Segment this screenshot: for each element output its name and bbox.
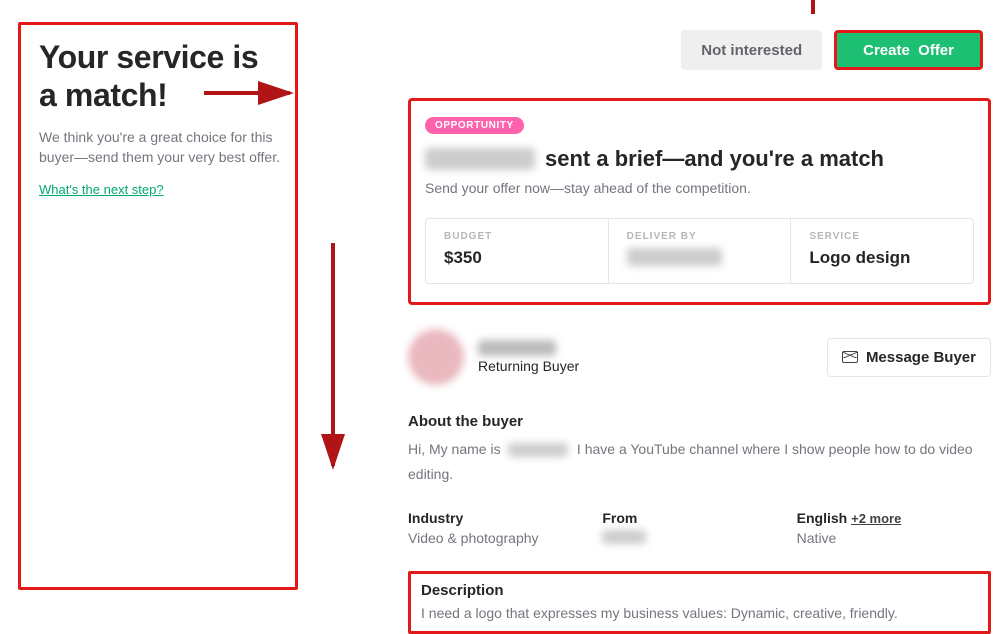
buyer-bio-name-redacted (508, 443, 568, 457)
service-cell: SERVICE Logo design (791, 219, 973, 283)
page-subtitle: We think you're a great choice for this … (39, 127, 283, 168)
from-label: From (602, 510, 796, 526)
budget-value: $350 (444, 248, 590, 268)
message-buyer-button[interactable]: Message Buyer (827, 338, 991, 377)
english-label: English +2 more (797, 510, 991, 526)
buyer-identity: Returning Buyer (408, 329, 579, 385)
buyer-row: Returning Buyer Message Buyer (408, 329, 991, 385)
brief-headline-text: sent a brief—and you're a match (545, 146, 884, 172)
avatar (408, 329, 464, 385)
deliver-date-redacted (627, 248, 722, 266)
deliver-label: DELIVER BY (627, 231, 773, 242)
description-box: Description I need a logo that expresses… (408, 571, 991, 634)
brief-headline: sent a brief—and you're a match (425, 146, 974, 172)
service-value: Logo design (809, 248, 955, 268)
envelope-icon (842, 351, 858, 363)
industry-col: Industry Video & photography (408, 510, 602, 547)
page-title: Your service is a match! (39, 39, 283, 115)
buyer-username-redacted (478, 340, 556, 356)
buyer-name-redacted (425, 148, 535, 170)
from-value-redacted (602, 530, 646, 544)
deliver-cell: DELIVER BY (609, 219, 792, 283)
service-label: SERVICE (809, 231, 955, 242)
description-label: Description (421, 582, 978, 599)
budget-label: BUDGET (444, 231, 590, 242)
match-summary-box: Your service is a match! We think you're… (18, 22, 298, 590)
message-buyer-label: Message Buyer (866, 349, 976, 366)
brief-card: OPPORTUNITY sent a brief—and you're a ma… (408, 98, 991, 305)
industry-value: Video & photography (408, 530, 602, 546)
brief-subtitle: Send your offer now—stay ahead of the co… (425, 180, 974, 196)
languages-col: English +2 more Native (797, 510, 991, 547)
about-buyer-title: About the buyer (408, 413, 991, 430)
from-col: From (602, 510, 796, 547)
buyer-attributes: Industry Video & photography From Englis… (408, 510, 991, 547)
budget-cell: BUDGET $350 (426, 219, 609, 283)
main-column: OPPORTUNITY sent a brief—and you're a ma… (298, 16, 991, 590)
brief-specs: BUDGET $350 DELIVER BY SERVICE Logo desi… (425, 218, 974, 284)
returning-buyer-label: Returning Buyer (478, 358, 579, 374)
next-step-link[interactable]: What's the next step? (39, 182, 164, 197)
description-text: I need a logo that expresses my business… (421, 605, 978, 621)
buyer-bio-prefix: Hi, My name is (408, 441, 504, 457)
english-value: Native (797, 530, 991, 546)
more-languages-link[interactable]: +2 more (851, 511, 901, 526)
opportunity-badge: OPPORTUNITY (425, 117, 524, 134)
industry-label: Industry (408, 510, 602, 526)
annotation-arrow-down (318, 241, 348, 476)
buyer-bio: Hi, My name is I have a YouTube channel … (408, 438, 991, 488)
annotation-arrow-up (798, 0, 828, 16)
